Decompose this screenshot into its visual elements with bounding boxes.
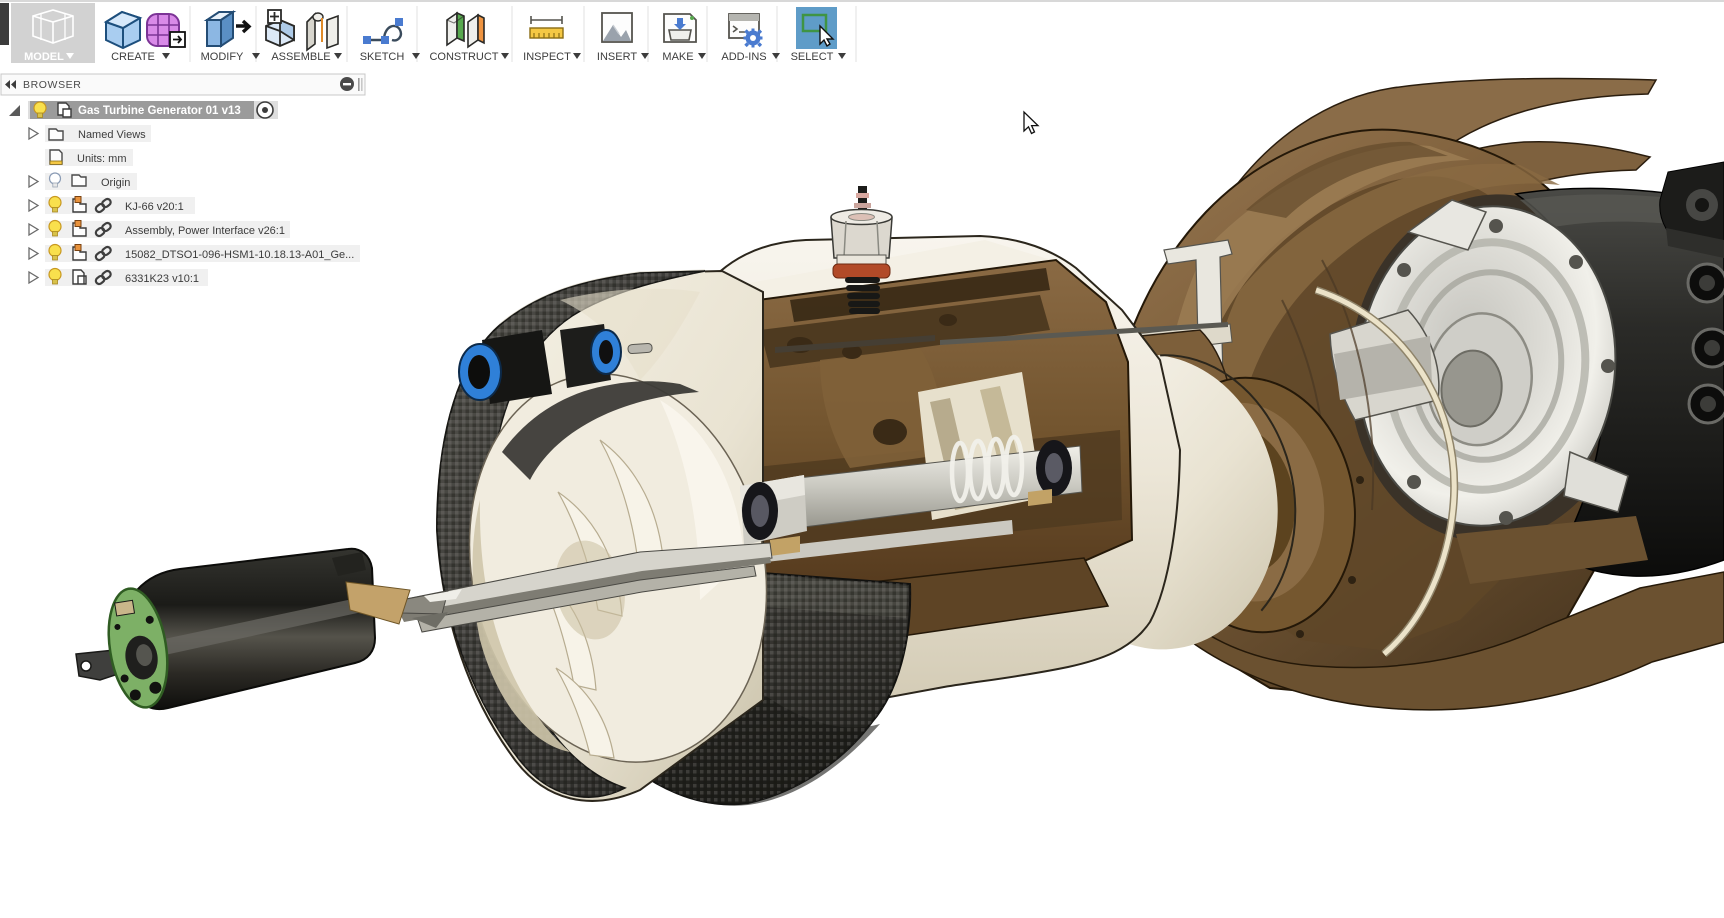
svg-text:6331K23 v10:1: 6331K23 v10:1: [125, 273, 199, 285]
svg-text:Assembly, Power Interface v26:: Assembly, Power Interface v26:1: [125, 225, 285, 237]
svg-text:CONSTRUCT: CONSTRUCT: [429, 51, 498, 63]
svg-text:INSPECT: INSPECT: [523, 51, 571, 63]
svg-text:15082_DTSO1-096-HSM1-10.18.13-: 15082_DTSO1-096-HSM1-10.18.13-A01_Ge...: [125, 249, 354, 261]
svg-text:INSERT: INSERT: [597, 51, 637, 63]
svg-text:ASSEMBLE: ASSEMBLE: [271, 51, 330, 63]
svg-text:Named Views: Named Views: [78, 129, 146, 141]
svg-text:MAKE: MAKE: [662, 51, 693, 63]
svg-text:BROWSER: BROWSER: [23, 79, 81, 91]
svg-text:SKETCH: SKETCH: [360, 51, 405, 63]
svg-text:SELECT: SELECT: [791, 51, 834, 63]
svg-text:Gas Turbine Generator 01 v13: Gas Turbine Generator 01 v13: [78, 105, 241, 117]
svg-text:Origin: Origin: [101, 177, 130, 189]
svg-text:MODIFY: MODIFY: [201, 51, 244, 63]
svg-text:CREATE: CREATE: [111, 51, 155, 63]
svg-text:KJ-66 v20:1: KJ-66 v20:1: [125, 201, 184, 213]
svg-text:Units: mm: Units: mm: [77, 153, 127, 165]
svg-text:ADD-INS: ADD-INS: [721, 51, 766, 63]
svg-text:MODEL: MODEL: [24, 51, 64, 63]
